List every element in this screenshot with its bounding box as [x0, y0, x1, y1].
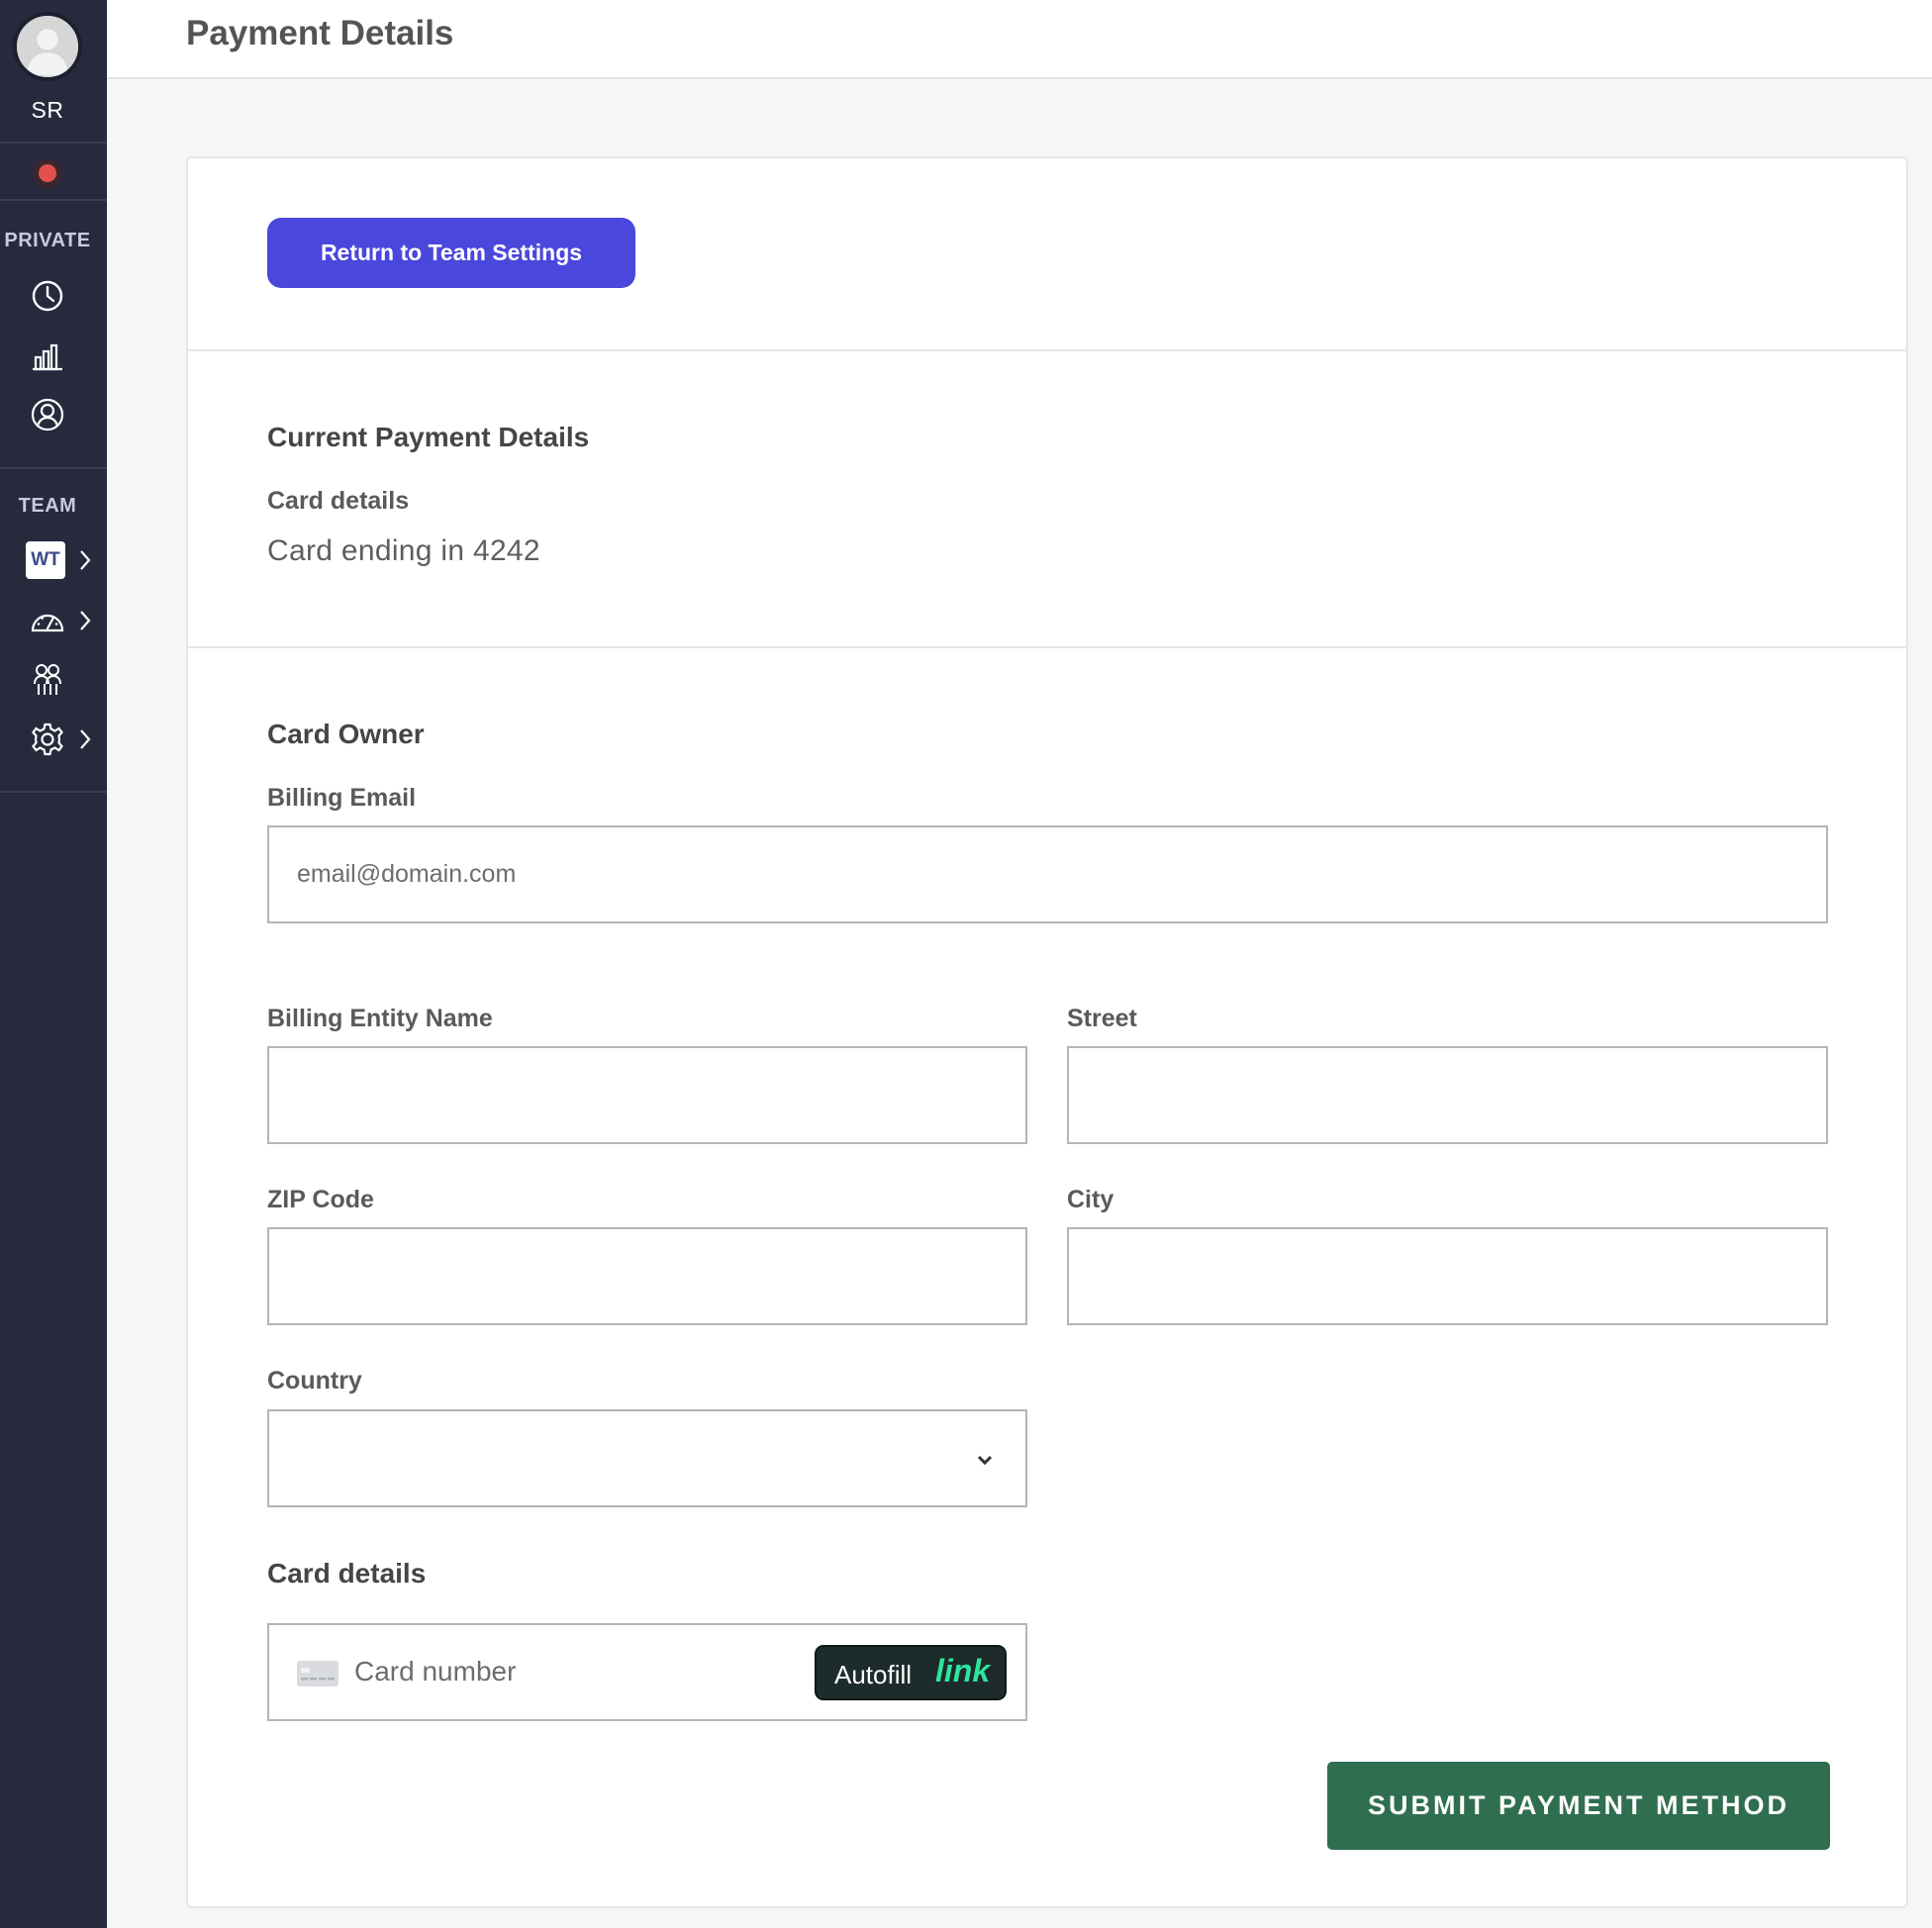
credit-card-icon [297, 1661, 338, 1687]
page-header: Payment Details [107, 0, 1932, 79]
current-card-value: Card ending in 4242 [267, 534, 540, 567]
chevron-right-icon[interactable] [76, 726, 94, 752]
bar-chart-icon[interactable] [30, 337, 65, 373]
sidebar-divider [0, 467, 107, 469]
user-initials: SR [31, 97, 64, 123]
gear-icon[interactable] [30, 722, 65, 757]
zip-code-input[interactable] [267, 1227, 1027, 1325]
return-to-team-settings-button[interactable]: Return to Team Settings [267, 218, 635, 288]
dashboard-gauge-icon[interactable] [30, 603, 65, 638]
chevron-right-icon[interactable] [76, 608, 94, 633]
country-select[interactable] [267, 1409, 1027, 1507]
sidebar: SR PRIVATE TEAM WT [0, 0, 107, 1928]
payment-card: Return to Team Settings Current Payment … [186, 156, 1908, 1908]
card-owner-heading: Card Owner [267, 719, 425, 749]
status-indicator[interactable] [0, 145, 107, 201]
country-label: Country [267, 1367, 362, 1395]
user-silhouette-icon [17, 16, 78, 77]
people-icon[interactable] [30, 662, 65, 698]
team-badge[interactable]: WT [26, 541, 65, 579]
street-input[interactable] [1067, 1046, 1828, 1144]
city-input[interactable] [1067, 1227, 1828, 1325]
section-divider [188, 646, 1906, 648]
section-label-private: PRIVATE [4, 230, 91, 251]
billing-entity-name-input[interactable] [267, 1046, 1027, 1144]
billing-email-input[interactable] [267, 825, 1828, 923]
autofill-text: Autofill [834, 1660, 913, 1689]
zip-code-label: ZIP Code [267, 1186, 374, 1213]
section-label-team: TEAM [18, 495, 77, 517]
billing-entity-name-label: Billing Entity Name [267, 1005, 493, 1032]
submit-payment-method-button[interactable]: SUBMIT PAYMENT METHOD [1327, 1762, 1830, 1850]
card-details-label: Card details [267, 1558, 427, 1589]
billing-email-label: Billing Email [267, 784, 417, 812]
autofill-link-button[interactable]: Autofill link [815, 1645, 1007, 1700]
status-dot-icon [39, 164, 56, 182]
user-circle-icon[interactable] [30, 397, 65, 433]
chevron-right-icon[interactable] [76, 547, 94, 573]
card-number-placeholder: Card number [354, 1656, 517, 1687]
link-logo: link [935, 1653, 991, 1688]
current-payment-heading: Current Payment Details [267, 422, 590, 452]
card-number-input[interactable]: Card number Autofill link [267, 1623, 1027, 1721]
avatar[interactable] [13, 12, 82, 81]
current-card-label: Card details [267, 487, 410, 515]
clock-icon[interactable] [30, 278, 65, 314]
user-block: SR [0, 0, 107, 144]
city-label: City [1067, 1186, 1114, 1213]
chevron-down-icon [974, 1449, 996, 1471]
section-divider [188, 349, 1906, 351]
sidebar-divider [0, 791, 107, 793]
street-label: Street [1067, 1005, 1137, 1032]
page-title: Payment Details [186, 14, 454, 52]
